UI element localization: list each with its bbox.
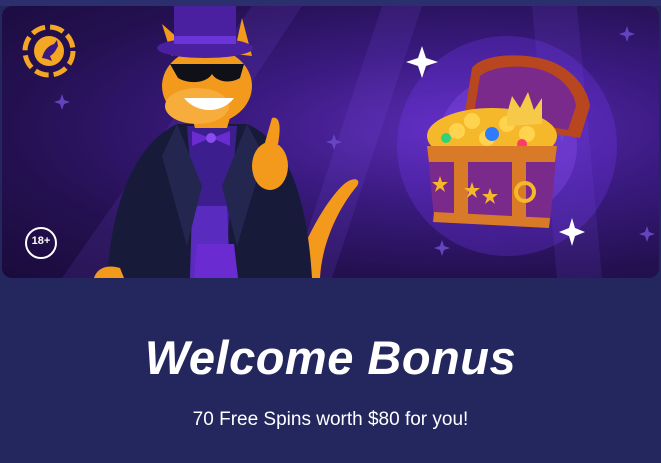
promo-banner: 18+ [2, 6, 659, 278]
banner-illustration [22, 6, 655, 278]
age-badge: 18+ [31, 235, 51, 247]
kangaroo-mascot-thumbs-up [94, 6, 312, 278]
kangaroo-chip-logo-icon [22, 24, 76, 78]
promo-title: Welcome Bonus [144, 331, 517, 384]
promo-subtitle: 70 Free Spins worth $80 for you! [192, 409, 469, 430]
promo-card: 18+ Welcome Bonus 70 Free Spins worth $8… [0, 0, 661, 463]
